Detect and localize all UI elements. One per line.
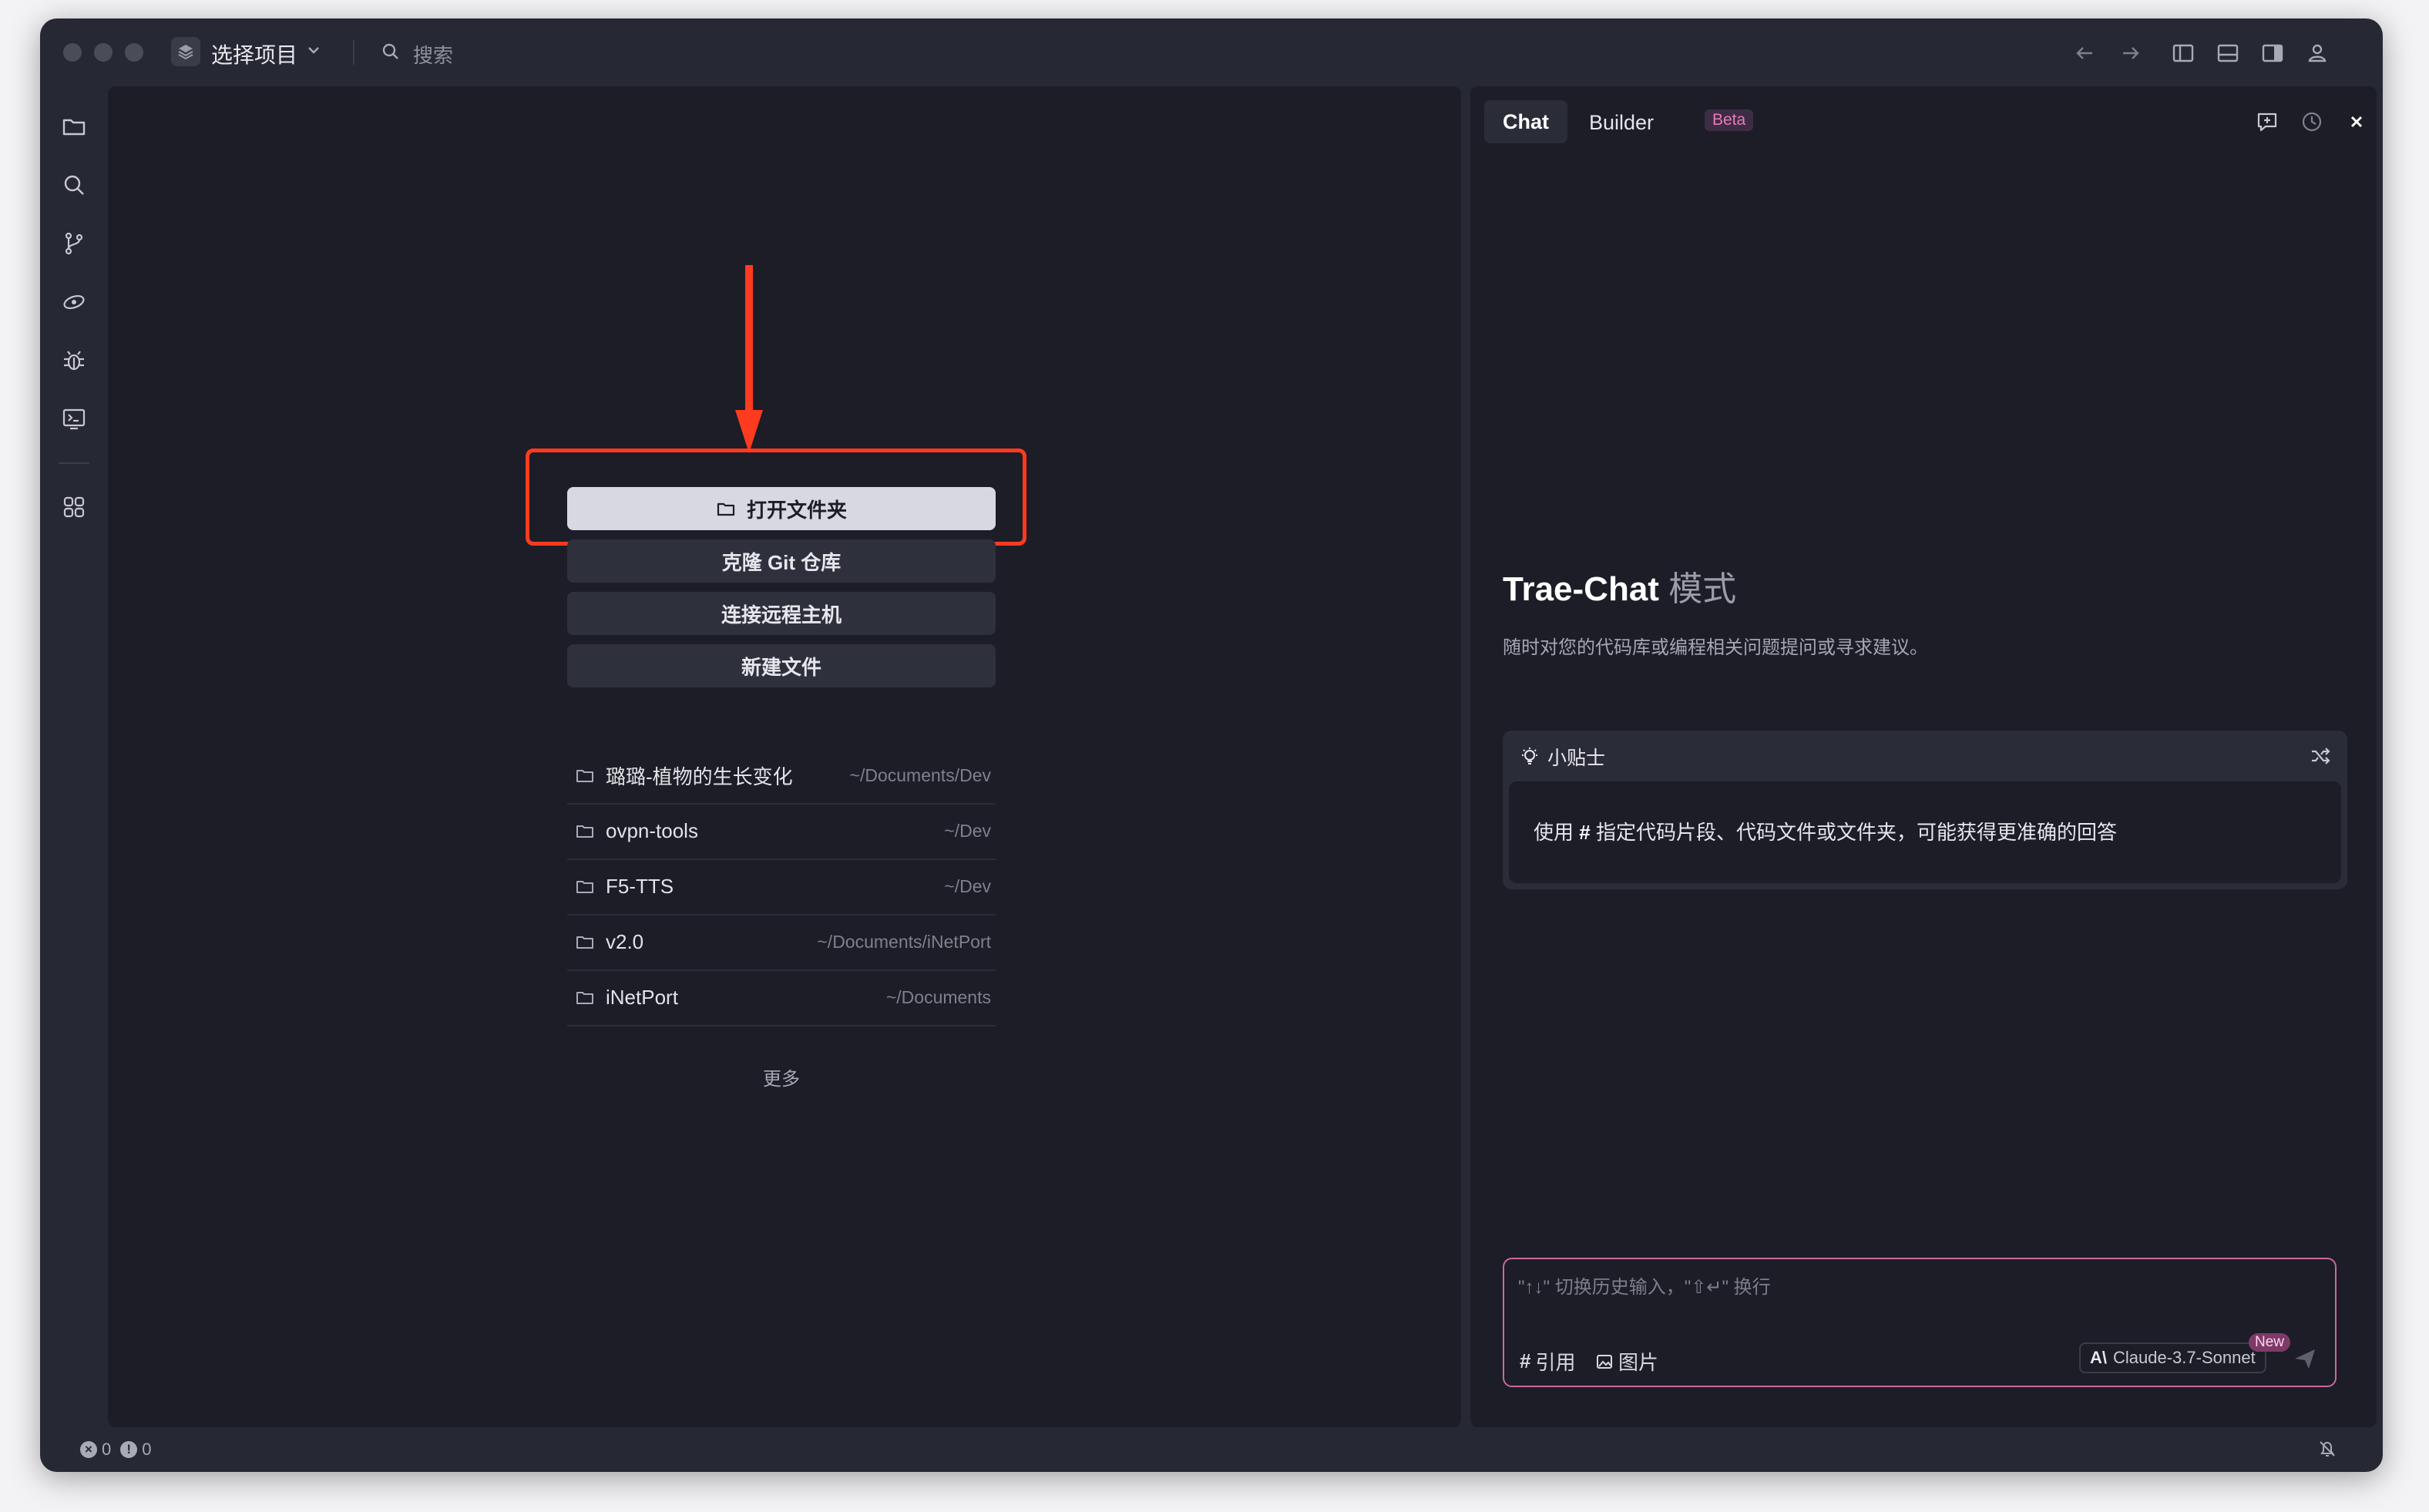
search-icon[interactable] [60,171,88,199]
model-label: Claude-3.7-Sonnet [2113,1348,2256,1367]
clone-git-label: 克隆 Git 仓库 [721,550,842,574]
close-icon[interactable] [2344,109,2369,134]
notifications-off-icon[interactable] [2316,1438,2338,1460]
reference-label: 引用 [1535,1351,1576,1374]
folder-icon [576,936,593,949]
recent-project-path: ~/Dev [944,875,991,896]
activity-separator [59,462,89,464]
recent-project[interactable]: ovpn-tools ~/Dev [567,803,996,860]
arrow-right-icon[interactable] [2118,40,2144,66]
recent-project-path: ~/Documents/Dev [849,764,991,785]
title-bar: 选择项目 搜索 [40,18,2383,86]
connect-remote-label: 连接远程主机 [721,603,842,627]
welcome-editor: 打开文件夹 克隆 Git 仓库 连接远程主机 新建文件 璐璐-植物的生长变化 ~… [108,86,1461,1427]
recent-project-path: ~/Dev [944,820,991,841]
model-selector[interactable]: A\ Claude-3.7-Sonnet [2079,1342,2266,1373]
mode-title-suffix: 模式 [1668,570,1737,608]
send-icon[interactable] [2292,1346,2318,1372]
error-count: 0 [102,1440,112,1459]
problems-indicator[interactable]: × 0 ! 0 [80,1440,152,1460]
explorer-icon[interactable] [60,113,88,140]
debug-icon[interactable] [60,347,88,375]
terminal-icon[interactable] [60,405,88,433]
project-logo-icon [171,37,200,66]
recent-project-path: ~/Documents [885,986,991,1007]
tips-body: 使用 # 指定代码片段、代码文件或文件夹，可能获得更准确的回答 [1509,781,2341,883]
beta-badge: Beta [1705,109,1754,131]
toggle-sidebar-icon[interactable] [2170,40,2196,66]
image-label: 图片 [1618,1351,1659,1374]
remote-explorer-icon[interactable] [60,288,88,316]
connect-remote-button[interactable]: 连接远程主机 [567,592,996,635]
app-window: 选择项目 搜索 打开文件夹 克隆 Git 仓库 连接远程主机 新建文件 璐璐-植… [40,18,2383,1472]
recent-project-name: 璐璐-植物的生长变化 [606,764,793,788]
recent-project-name: v2.0 [606,929,644,953]
folder-icon [576,992,593,1004]
history-icon[interactable] [2300,109,2324,134]
reference-button[interactable]: # 引用 [1520,1347,1575,1376]
toggle-secondary-sidebar-icon[interactable] [2259,40,2286,66]
minimize-window-button[interactable] [94,43,113,62]
tips-body-hash: # [1579,821,1591,844]
new-file-button[interactable]: 新建文件 [567,644,996,687]
red-arrow-annotation [735,265,763,453]
divider [353,40,354,65]
new-file-label: 新建文件 [741,655,821,679]
tab-chat[interactable]: Chat [1484,100,1567,143]
tips-card: 小贴士 使用 # 指定代码片段、代码文件或文件夹，可能获得更准确的回答 [1503,731,2347,889]
activity-bar [40,86,108,1443]
lightbulb-icon [1522,748,1537,764]
folder-icon [576,770,593,782]
tips-header: 小贴士 [1520,743,1605,771]
warning-count: 0 [142,1440,152,1459]
image-icon [1597,1354,1612,1369]
search-icon [382,43,398,59]
new-chat-icon[interactable] [2255,109,2279,134]
chat-panel: Chat Builder Beta Trae-Chat 模式 随时对您的代码库或… [1470,86,2377,1427]
hash-icon: # [1520,1349,1531,1373]
recent-project[interactable]: iNetPort ~/Documents [567,969,996,1026]
close-window-button[interactable] [63,43,82,62]
highlight-box-annotation [526,449,1026,546]
extensions-icon[interactable] [60,493,88,521]
toggle-panel-icon[interactable] [2215,40,2241,66]
mode-title: Trae-Chat 模式 [1503,561,1736,610]
new-badge: New [2249,1333,2291,1352]
account-icon[interactable] [2304,40,2330,66]
recent-project[interactable]: F5-TTS ~/Dev [567,858,996,916]
search-input[interactable]: 搜索 [413,40,453,69]
mode-title-name: Trae-Chat [1503,570,1659,608]
shuffle-icon[interactable] [2309,744,2332,768]
folder-icon [576,825,593,838]
chat-input-box[interactable]: "↑↓" 切换历史输入，"⇧↵" 换行 # 引用 图片 A\ Claude-3.… [1503,1258,2337,1387]
folder-icon [576,881,593,893]
recent-project[interactable]: 璐璐-植物的生长变化 ~/Documents/Dev [567,748,996,805]
arrow-left-icon[interactable] [2071,40,2098,66]
image-button[interactable]: 图片 [1595,1347,1658,1376]
clone-git-button[interactable]: 克隆 Git 仓库 [567,539,996,583]
mode-subtitle: 随时对您的代码库或编程相关问题提问或寻求建议。 [1503,637,1928,658]
tips-title: 小贴士 [1547,748,1606,769]
error-icon: × [80,1441,97,1458]
chat-input-placeholder[interactable]: "↑↓" 切换历史输入，"⇧↵" 换行 [1518,1272,1771,1299]
recent-project-path: ~/Documents/iNetPort [817,931,991,952]
tips-body-prefix: 使用 [1534,821,1574,844]
recent-project[interactable]: v2.0 ~/Documents/iNetPort [567,914,996,971]
more-projects-link[interactable]: 更多 [567,1063,996,1090]
recent-project-name: iNetPort [606,985,678,1009]
tips-body-text: 指定代码片段、代码文件或文件夹，可能获得更准确的回答 [1595,821,2117,844]
project-selector[interactable]: 选择项目 [211,39,297,69]
chevron-down-icon[interactable] [305,42,322,59]
zoom-window-button[interactable] [125,43,143,62]
source-control-icon[interactable] [60,230,88,257]
recent-project-name: ovpn-tools [606,818,698,842]
status-bar: × 0 ! 0 [40,1427,2383,1472]
recent-project-name: F5-TTS [606,874,674,898]
warning-icon: ! [120,1441,138,1458]
anthropic-logo-icon: A\ [2090,1348,2107,1367]
tab-builder[interactable]: Builder [1589,111,1654,135]
